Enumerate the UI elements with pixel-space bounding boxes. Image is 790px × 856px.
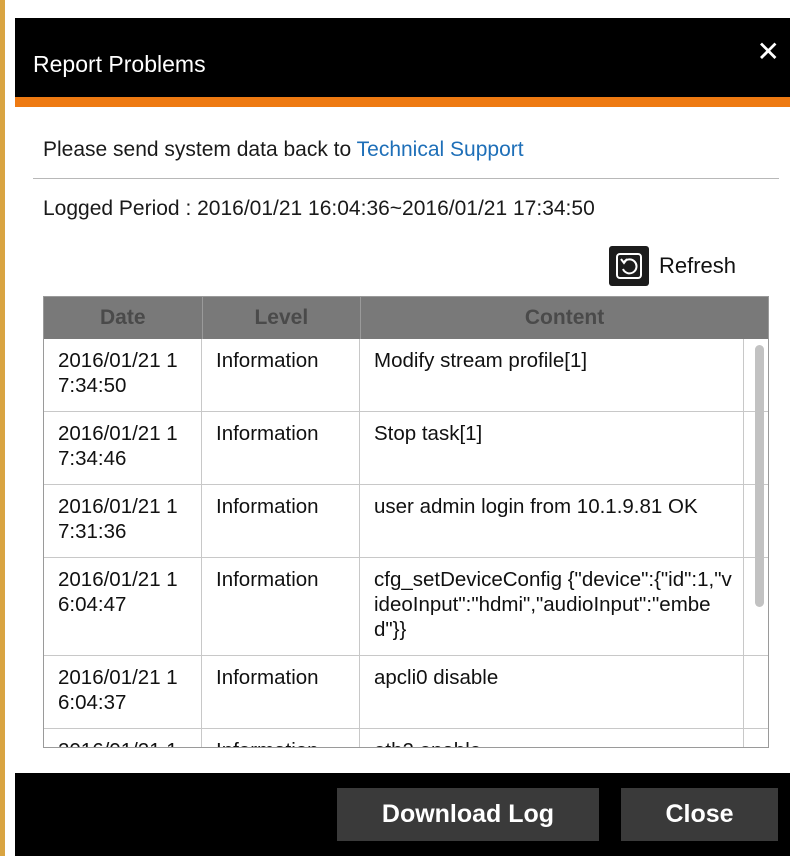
row-date: 2016/01/21 17:31:36 xyxy=(44,485,202,557)
row-date: 2016/01/21 16:04:37 xyxy=(44,656,202,728)
table-row: 2016/01/21 16:04:47 Information cfg_setD… xyxy=(44,558,768,656)
table-scrollbar[interactable] xyxy=(754,345,764,739)
row-content: Stop task[1] xyxy=(360,412,744,484)
close-button[interactable]: Close xyxy=(621,788,778,841)
dialog-header: Report Problems ✕ xyxy=(15,18,790,97)
dialog-title: Report Problems xyxy=(33,51,206,77)
divider xyxy=(33,178,779,179)
technical-support-link[interactable]: Technical Support xyxy=(357,138,524,161)
table-body[interactable]: 2016/01/21 17:34:50 Information Modify s… xyxy=(44,339,768,747)
header-content[interactable]: Content xyxy=(361,297,768,339)
logged-period: Logged Period : 2016/01/21 16:04:36~2016… xyxy=(43,197,595,220)
intro-text: Please send system data back to Technica… xyxy=(43,138,524,162)
row-content: eth2 enable xyxy=(360,729,744,747)
intro-label: Please send system data back to xyxy=(43,138,357,161)
table-row: 2016/01/21 17:34:46 Information Stop tas… xyxy=(44,412,768,485)
header-accent-bar xyxy=(15,97,790,107)
row-date: 2016/01/21 17:34:46 xyxy=(44,412,202,484)
table-row: 2016/01/21 17:34:50 Information Modify s… xyxy=(44,339,768,412)
table-header: Date Level Content xyxy=(44,297,768,339)
row-content: cfg_setDeviceConfig {"device":{"id":1,"v… xyxy=(360,558,744,655)
download-log-button[interactable]: Download Log xyxy=(337,788,599,841)
close-icon[interactable]: ✕ xyxy=(757,38,780,66)
row-date: 2016/01/21 16:04:47 xyxy=(44,558,202,655)
row-level: Information xyxy=(202,412,360,484)
row-content: apcli0 disable xyxy=(360,656,744,728)
table-row: 2016/01/21 16:04:37 Information apcli0 d… xyxy=(44,656,768,729)
window-edge xyxy=(0,0,5,856)
refresh-button[interactable]: Refresh xyxy=(609,245,736,287)
row-date: 2016/01/21 16:04:36 xyxy=(44,729,202,747)
dialog-footer: Download Log Close xyxy=(15,773,790,856)
row-content: user admin login from 10.1.9.81 OK xyxy=(360,485,744,557)
table-row: 2016/01/21 17:31:36 Information user adm… xyxy=(44,485,768,558)
row-content: Modify stream profile[1] xyxy=(360,339,744,411)
table-row: 2016/01/21 16:04:36 Information eth2 ena… xyxy=(44,729,768,747)
scrollbar-thumb[interactable] xyxy=(755,345,764,607)
row-level: Information xyxy=(202,656,360,728)
refresh-icon xyxy=(609,246,649,286)
header-date[interactable]: Date xyxy=(44,297,203,339)
refresh-label: Refresh xyxy=(659,253,737,278)
header-level[interactable]: Level xyxy=(203,297,362,339)
row-level: Information xyxy=(202,339,360,411)
row-level: Information xyxy=(202,729,360,747)
row-date: 2016/01/21 17:34:50 xyxy=(44,339,202,411)
row-level: Information xyxy=(202,485,360,557)
row-level: Information xyxy=(202,558,360,655)
log-table: Date Level Content 2016/01/21 17:34:50 I… xyxy=(43,296,769,748)
